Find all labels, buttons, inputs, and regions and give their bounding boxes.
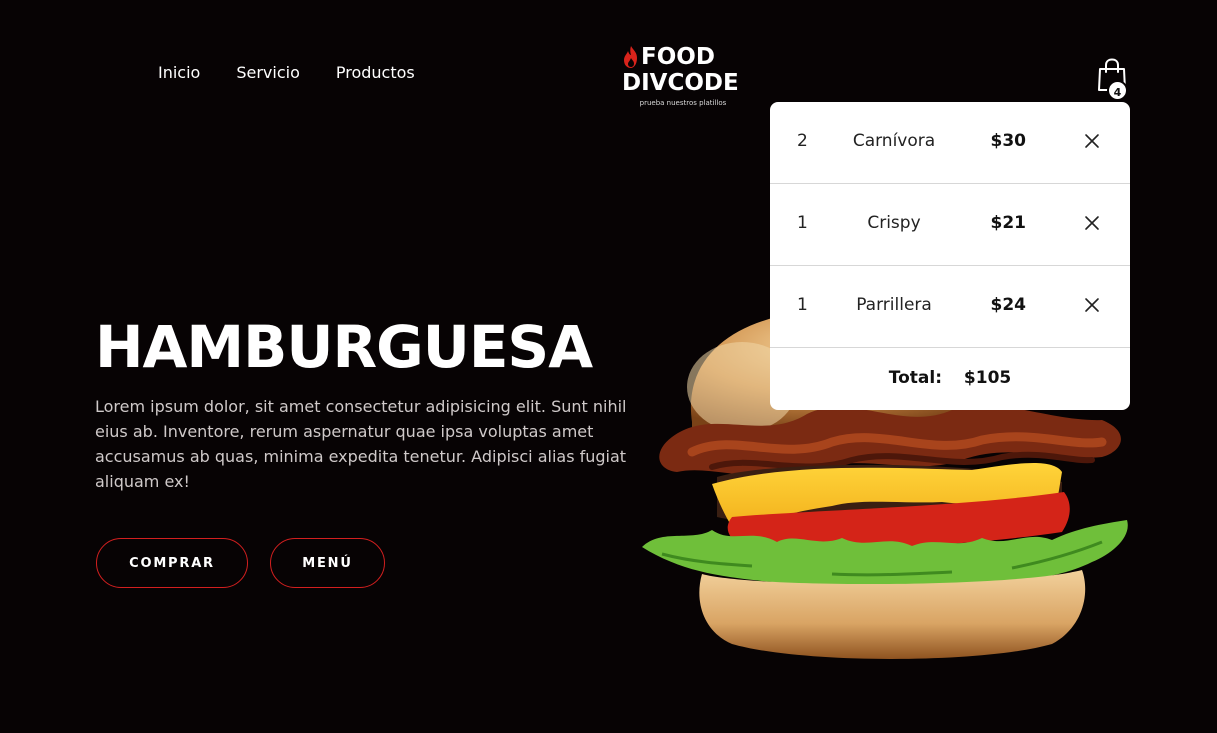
brand-logo[interactable]: FOOD DIVCODE prueba nuestros platillos (622, 44, 746, 107)
logo-line-2: DIVCODE (622, 70, 746, 96)
nav-link-productos[interactable]: Productos (336, 62, 415, 84)
cart-item: 2 Carnívora $30 (770, 102, 1130, 184)
cart-item-price: $21 (990, 213, 1027, 233)
flame-icon (624, 46, 637, 68)
cart-total: Total: $105 (770, 368, 1130, 388)
cart-item-name: Parrillera (856, 295, 932, 315)
cart-button[interactable]: 4 (1096, 58, 1130, 101)
cart-count-badge: 4 (1107, 80, 1128, 101)
hero-description: Lorem ipsum dolor, sit amet consectetur … (95, 397, 627, 491)
cart-item-qty: 1 (797, 295, 808, 315)
cart-item-name: Crispy (867, 213, 921, 233)
cart-item-name: Carnívora (852, 131, 936, 151)
cart-total-value: $105 (963, 368, 1012, 388)
nav-link-inicio[interactable]: Inicio (158, 62, 200, 84)
close-icon[interactable] (1083, 132, 1101, 150)
cart-item-qty: 1 (797, 213, 808, 233)
close-icon[interactable] (1083, 214, 1101, 232)
cart-item-qty: 2 (797, 131, 808, 151)
nav-link-servicio[interactable]: Servicio (236, 62, 300, 84)
logo-word-divcode: DIVCODE (622, 70, 739, 96)
logo-word-food: FOOD (641, 44, 715, 70)
logo-tagline: prueba nuestros platillos (639, 99, 727, 107)
cart-item: 1 Crispy $21 (770, 184, 1130, 266)
landing-page: Inicio Servicio Productos FOOD DIVCODE p… (0, 0, 1217, 733)
buy-button[interactable]: COMPRAR (96, 538, 248, 588)
cart-dropdown: 2 Carnívora $30 1 Crispy $21 1 Parriller… (770, 102, 1130, 410)
cart-total-label: Total: (888, 368, 942, 388)
cart-item: 1 Parrillera $24 (770, 266, 1130, 348)
hero-title: HAMBURGUESA (95, 313, 593, 381)
menu-button[interactable]: MENÚ (270, 538, 385, 588)
cart-item-price: $30 (990, 131, 1027, 151)
main-nav: Inicio Servicio Productos (158, 62, 451, 84)
logo-line-1: FOOD (622, 44, 746, 70)
close-icon[interactable] (1083, 296, 1101, 314)
cart-item-price: $24 (990, 295, 1027, 315)
